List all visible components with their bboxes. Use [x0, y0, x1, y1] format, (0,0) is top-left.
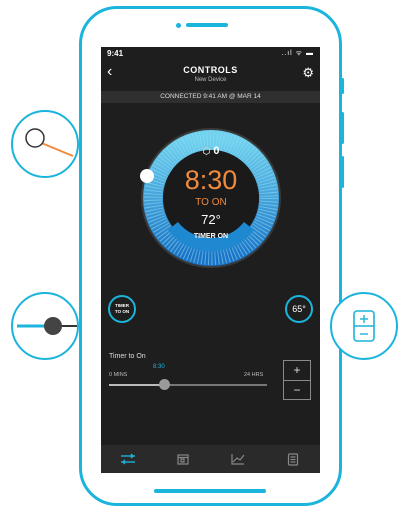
timer-to-on-button[interactable]: TIMER TO ON: [108, 295, 136, 323]
dial-handle-icon: [25, 128, 74, 157]
slider-icon: [17, 317, 77, 335]
hexagon-icon: ⬡: [202, 146, 211, 156]
stepper-icon: [353, 310, 375, 342]
slider-value: 8:30: [153, 364, 165, 370]
stepper-minus[interactable]: −: [284, 381, 310, 400]
gear-icon[interactable]: ⚙: [302, 65, 314, 81]
chart-icon[interactable]: [228, 449, 248, 469]
timer-stepper: + −: [283, 360, 311, 400]
side-button: [341, 112, 344, 144]
dial-count: 0: [213, 145, 220, 157]
slider-max: 24 HRS: [244, 372, 264, 378]
top-bar: ‹ CONTROLS New Device ⚙: [101, 61, 320, 91]
timer-dial[interactable]: ⬡ 0 8:30 TO ON 72° TIMER ON: [140, 127, 282, 269]
dial-status: TIMER ON: [193, 233, 229, 240]
side-button: [341, 78, 344, 94]
dial-handle[interactable]: [140, 169, 154, 183]
callout-stepper: [330, 292, 398, 360]
dial-count-row: ⬡ 0: [140, 145, 282, 157]
dial-time: 8:30: [184, 165, 238, 195]
connection-banner: CONNECTED 9:41 AM @ MAR 14: [101, 91, 320, 103]
sliders-icon[interactable]: [118, 449, 138, 469]
slider-fill: [109, 384, 164, 386]
bottom-tab-bar: [101, 445, 320, 473]
callout-slider: [11, 292, 79, 360]
setpoint-label: 65°: [292, 304, 306, 314]
dial-mode: TO ON: [195, 197, 227, 208]
callout-dial-handle: [11, 110, 79, 178]
app-screen: 9:41 ..ıl ᯤ ▬ ‹ CONTROLS New Device ⚙ CO…: [101, 47, 320, 473]
list-icon[interactable]: [283, 449, 303, 469]
side-button: [341, 156, 344, 188]
timer-button-line2: TO ON: [114, 309, 130, 314]
status-time: 9:41: [107, 49, 124, 58]
stepper-plus[interactable]: +: [284, 361, 310, 381]
camera-dot: [176, 23, 181, 28]
page-title: CONTROLS: [183, 65, 238, 75]
signal-icons: ..ıl ᯤ ▬: [281, 50, 314, 57]
slider-track[interactable]: [109, 379, 267, 390]
speaker-slot: [186, 23, 228, 27]
calendar-icon[interactable]: [173, 449, 193, 469]
home-indicator: [154, 489, 266, 493]
slider-min: 0 MINS: [109, 372, 128, 378]
status-bar: 9:41 ..ıl ᯤ ▬: [101, 47, 320, 61]
slider-thumb[interactable]: [159, 379, 170, 390]
page-subtitle: New Device: [194, 77, 227, 83]
dial-temperature: 72°: [201, 212, 221, 227]
setpoint-button[interactable]: 65°: [285, 295, 313, 323]
slider-title: Timer to On: [109, 353, 146, 360]
